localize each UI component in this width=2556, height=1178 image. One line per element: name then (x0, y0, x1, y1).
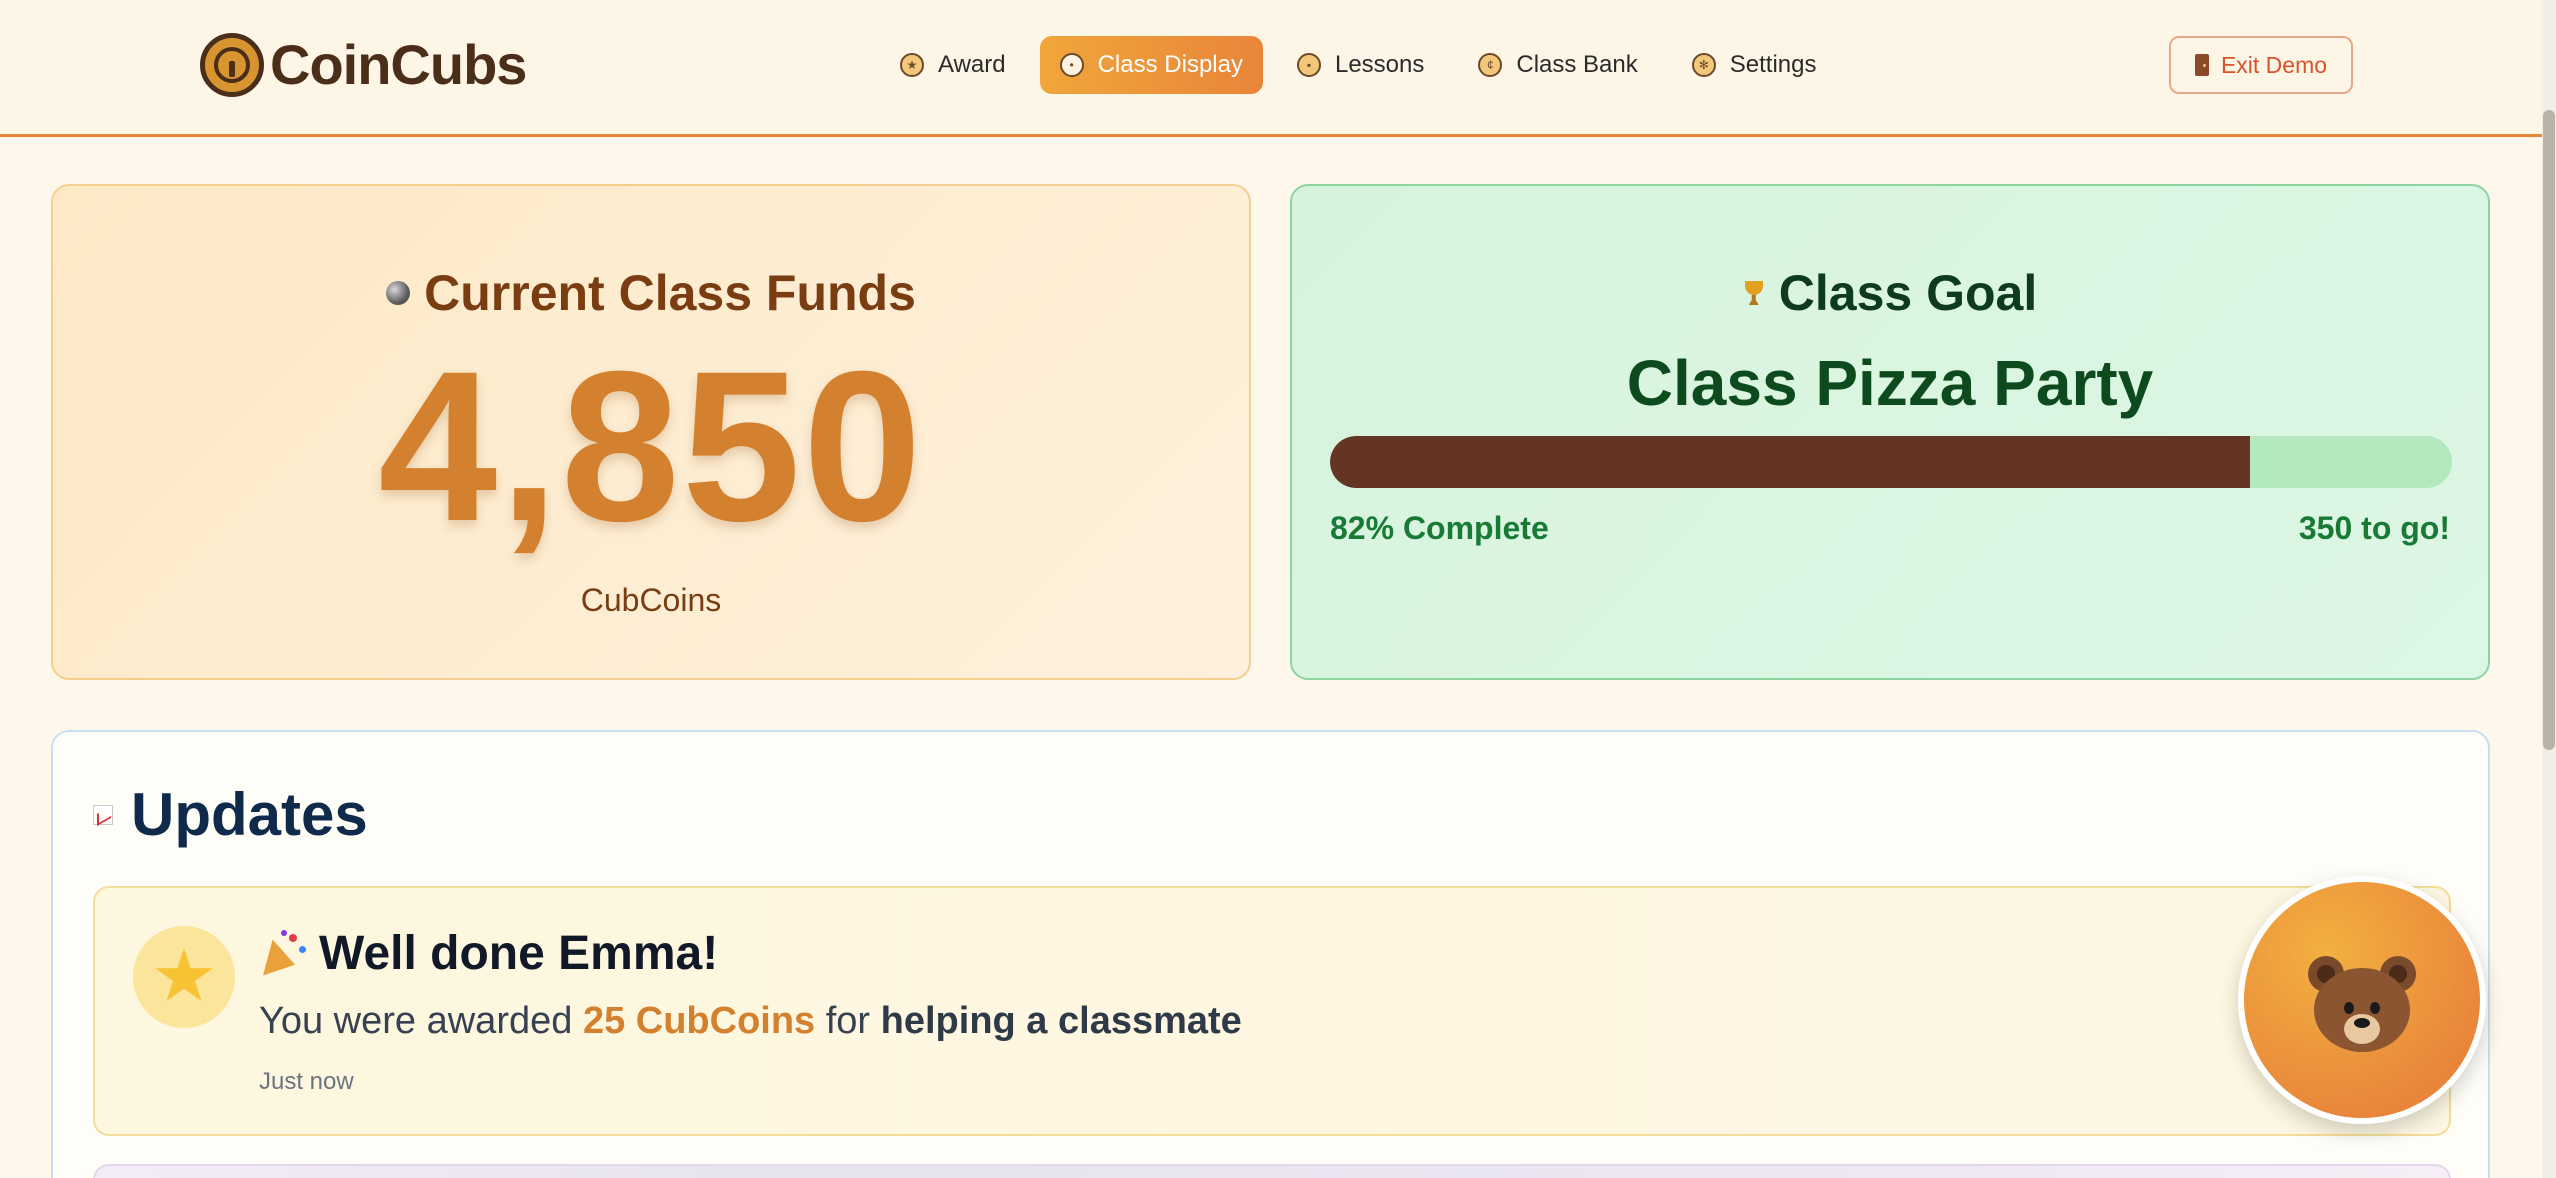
nav-award-label: Award (938, 51, 1006, 78)
bank-coin-icon: ¢ (1478, 53, 1503, 77)
book-icon: ▪ (1296, 53, 1321, 77)
goal-progress-text: 82% Complete (1330, 510, 1549, 546)
update-title-row: Well done Emma! (259, 926, 718, 981)
nav-class-bank-label: Class Bank (1516, 51, 1638, 78)
party-popper-icon (259, 929, 307, 978)
update-item[interactable] (93, 1164, 2451, 1178)
bear-assistant-button[interactable] (2238, 876, 2486, 1124)
update-message-prefix: You were awarded (259, 1000, 583, 1042)
trophy-icon (1743, 281, 1765, 305)
chart-increasing-icon (93, 804, 113, 825)
nav-award[interactable]: ★ Award (880, 36, 1026, 94)
class-goal-card: Class Goal Class Pizza Party 82% Complet… (1290, 184, 2490, 680)
gear-icon: ✻ (1691, 53, 1716, 77)
update-timestamp: Just now (259, 1068, 354, 1095)
update-title: Well done Emma! (319, 927, 719, 980)
star-icon (155, 948, 213, 1001)
trophy-icon: ★ (900, 53, 924, 77)
exit-demo-label: Exit Demo (2220, 51, 2328, 78)
funds-title: Current Class Funds (424, 265, 916, 321)
coincubs-logo[interactable]: CoinCubs (200, 32, 527, 97)
coin-logo-icon (200, 32, 264, 97)
nav-settings[interactable]: ✻ Settings (1672, 36, 1837, 94)
logo-text: CoinCubs (270, 33, 527, 96)
nav-lessons-label: Lessons (1334, 51, 1425, 78)
exit-demo-button[interactable]: Exit Demo (2169, 36, 2353, 94)
updates-panel: Updates Well done Emma! You were awarded… (51, 730, 2490, 1178)
update-amount: 25 CubCoins (582, 1000, 816, 1042)
updates-header: Updates (93, 780, 368, 849)
goal-name: Class Pizza Party (1626, 347, 2154, 419)
class-funds-card: Current Class Funds 4,850 CubCoins (51, 184, 1251, 680)
funds-amount: 4,850 (378, 327, 924, 566)
nav-lessons[interactable]: ▪ Lessons (1277, 36, 1444, 94)
goal-title-row: Class Goal (1292, 264, 2488, 322)
goal-progress-bar (1330, 436, 2452, 488)
goal-title: Class Goal (1778, 265, 2038, 321)
door-icon (2194, 54, 2209, 76)
update-item[interactable]: Well done Emma! You were awarded 25 CubC… (93, 886, 2451, 1136)
coin-icon (386, 281, 411, 305)
nav-class-display-label: Class Display (1097, 51, 1243, 78)
funds-unit: CubCoins (580, 582, 722, 618)
nav-class-bank[interactable]: ¢ Class Bank (1458, 36, 1657, 94)
star-avatar (133, 926, 235, 1028)
funds-title-row: Current Class Funds (53, 264, 1249, 322)
update-message-middle: for (815, 1000, 881, 1042)
bear-icon (2308, 956, 2416, 1052)
nav-class-display[interactable]: • Class Display (1039, 36, 1263, 94)
main-nav: ★ Award • Class Display ▪ Lessons ¢ Clas… (880, 36, 1836, 94)
update-reason: helping a classmate (880, 1000, 1242, 1042)
top-navigation-bar: CoinCubs ★ Award • Class Display ▪ Lesso… (0, 0, 2542, 137)
update-message: You were awarded 25 CubCoins for helping… (259, 1000, 1242, 1043)
goal-progress-fill (1330, 436, 2251, 488)
goal-remaining-text: 350 to go! (2298, 510, 2450, 546)
updates-title: Updates (131, 781, 368, 848)
scrollbar-thumb[interactable] (2543, 110, 2555, 750)
nav-settings-label: Settings (1729, 51, 1817, 78)
display-icon: • (1059, 53, 1084, 77)
